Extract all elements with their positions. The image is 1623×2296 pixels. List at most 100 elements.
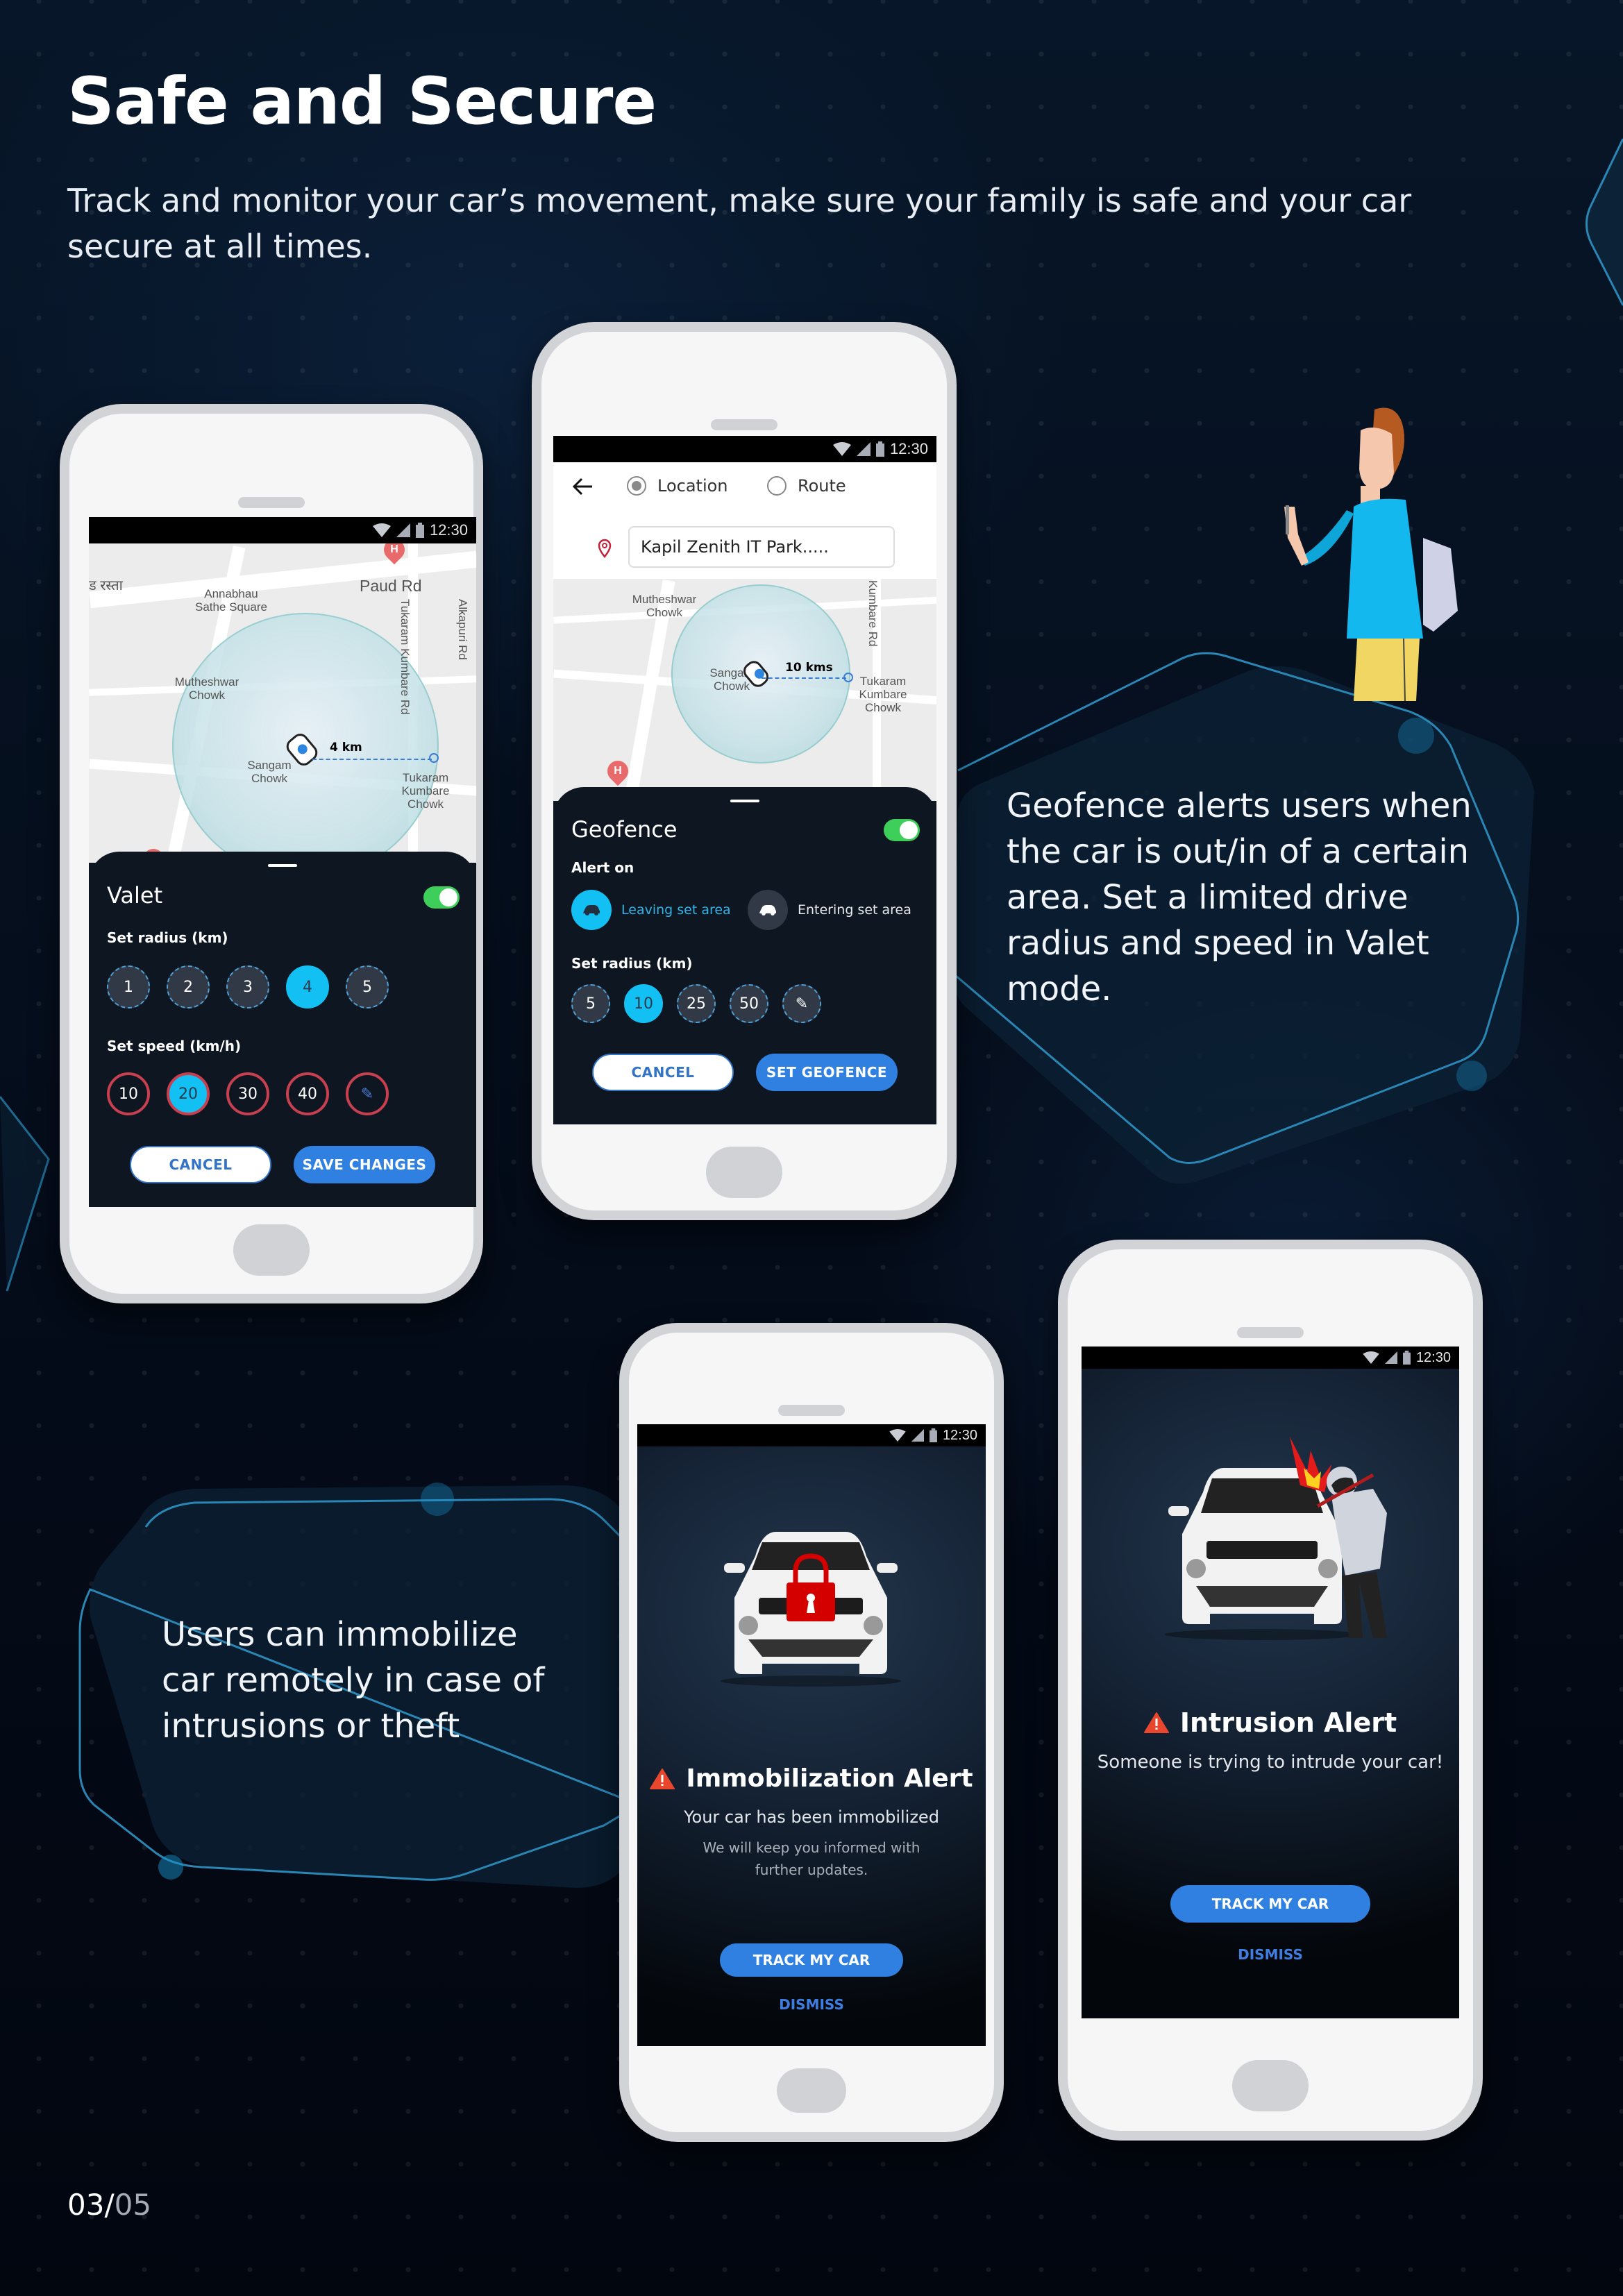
- page-indicator: 03/05: [67, 2188, 151, 2222]
- radius-option[interactable]: 5: [346, 965, 389, 1008]
- home-button[interactable]: [777, 2068, 846, 2113]
- pencil-icon: ✎: [360, 1085, 374, 1103]
- alert-option-label: Entering set area: [798, 902, 911, 918]
- status-bar: 12:30: [1082, 1347, 1459, 1369]
- home-button[interactable]: [1232, 2060, 1309, 2111]
- mode-radio-location[interactable]: Location: [627, 476, 728, 496]
- status-time: 12:30: [889, 440, 928, 457]
- save-changes-button[interactable]: SAVE CHANGES: [294, 1146, 435, 1183]
- battery-icon: [1402, 1351, 1411, 1365]
- signal-icon: [396, 523, 410, 537]
- radius-label: Set radius (km): [107, 929, 228, 946]
- signal-icon: [856, 442, 871, 456]
- person-with-phone-illustration: [1284, 407, 1458, 701]
- alert-option-leaving[interactable]: Leaving set area: [571, 890, 731, 930]
- set-geofence-button[interactable]: SET GEOFENCE: [756, 1054, 898, 1091]
- map-label: Alkapuri Rd: [456, 599, 469, 660]
- battery-icon: [415, 523, 424, 538]
- wifi-icon: [832, 442, 851, 456]
- page-current: 03: [67, 2188, 105, 2222]
- valet-bottom-sheet: Valet Set radius (km) 1 2 3 4 5 Set spee…: [89, 852, 476, 1207]
- dismiss-button[interactable]: DISMISS: [1082, 1946, 1459, 1963]
- battery-icon: [875, 441, 884, 457]
- map-label: Tukaram Kumbare Chowk: [859, 675, 907, 714]
- sheet-drag-handle[interactable]: [730, 800, 759, 802]
- back-arrow-icon[interactable]: [573, 478, 594, 496]
- cancel-button[interactable]: CANCEL: [592, 1054, 734, 1091]
- speed-options: 10 20 30 40 ✎: [107, 1072, 389, 1115]
- immobilization-screen: 12:30 Immobilization Alert Your car has …: [637, 1424, 986, 2046]
- immobilize-caption: Users can immobilize car remotely in cas…: [162, 1615, 545, 1746]
- alert-option-entering[interactable]: Entering set area: [748, 890, 911, 930]
- map-label: Sangam Chowk: [247, 759, 292, 785]
- radius-edge-marker: [843, 673, 853, 682]
- sheet-drag-handle[interactable]: [268, 864, 297, 867]
- home-button[interactable]: [233, 1224, 310, 1276]
- track-my-car-button[interactable]: TRACK MY CAR: [720, 1943, 903, 1977]
- geofence-bottom-sheet: Geofence Alert on Leaving set area Enter…: [553, 787, 936, 1124]
- status-bar: 12:30: [553, 436, 936, 462]
- status-bar: 12:30: [89, 517, 476, 543]
- hospital-pin-icon: H: [603, 756, 633, 786]
- warning-icon: [1143, 1712, 1169, 1733]
- map-label: ड रस्ता: [89, 578, 123, 593]
- radio-checked: [627, 476, 646, 496]
- radius-option-selected[interactable]: 10: [624, 984, 663, 1023]
- geofence-top-bar: Location Route Kapil Zenith IT Park.....: [553, 462, 936, 579]
- radius-options: 5 10 25 50 ✎: [571, 984, 821, 1023]
- radius-option-selected[interactable]: 4: [286, 965, 329, 1008]
- map-label: Mutheshwar Chowk: [632, 593, 697, 619]
- valet-map[interactable]: ड रस्ता Annabhau Sathe Square Paud Rd Tu…: [89, 543, 476, 863]
- intrusion-screen: 12:30 Intrusion Alert Someone is trying …: [1082, 1347, 1459, 2018]
- speed-option-selected[interactable]: 20: [167, 1072, 210, 1115]
- home-button[interactable]: [706, 1147, 782, 1198]
- geofence-caption: Geofence alerts users when the car is ou…: [1007, 786, 1472, 1008]
- geofence-map[interactable]: Mutheshwar Chowk Sangam Chowk Kumbare Rd…: [553, 579, 936, 801]
- immobilization-detail: We will keep you informed with further u…: [703, 1839, 920, 1878]
- phone-speaker: [1237, 1327, 1304, 1338]
- custom-radius-button[interactable]: ✎: [782, 984, 821, 1023]
- page-separator: /: [104, 2188, 115, 2222]
- radio-label: Route: [798, 476, 846, 496]
- decor-blob-edge-right: [1586, 138, 1623, 306]
- speed-option[interactable]: 10: [107, 1072, 150, 1115]
- status-bar: 12:30: [637, 1424, 986, 1446]
- pencil-icon: ✎: [795, 995, 809, 1013]
- map-label: Annabhau Sathe Square: [195, 587, 267, 614]
- radius-option[interactable]: 5: [571, 984, 610, 1023]
- phone-speaker: [778, 1405, 845, 1416]
- page-subtitle: Track and monitor your car’s movement, m…: [67, 182, 1412, 265]
- phone-intrusion: 12:30 Intrusion Alert Someone is trying …: [1058, 1240, 1483, 2141]
- radius-option[interactable]: 1: [107, 965, 150, 1008]
- mode-radio-route[interactable]: Route: [767, 476, 846, 496]
- valet-toggle[interactable]: [423, 886, 460, 909]
- radius-distance-label: 4 km: [330, 741, 362, 754]
- immobilization-message: Your car has been immobilized: [684, 1807, 939, 1827]
- speed-option[interactable]: 40: [286, 1072, 329, 1115]
- custom-speed-button[interactable]: ✎: [346, 1072, 389, 1115]
- track-my-car-button[interactable]: TRACK MY CAR: [1170, 1885, 1370, 1923]
- wifi-icon: [372, 523, 391, 537]
- radius-distance-line: [762, 677, 846, 679]
- speed-label: Set speed (km/h): [107, 1038, 242, 1054]
- alert-on-label: Alert on: [571, 859, 634, 876]
- intrusion-alert-title: Intrusion Alert: [1082, 1707, 1459, 1738]
- radius-option[interactable]: 25: [677, 984, 716, 1023]
- geofence-toggle[interactable]: [884, 819, 920, 841]
- speed-option[interactable]: 30: [226, 1072, 269, 1115]
- map-label: Tukaram Kumbare Chowk: [401, 771, 450, 811]
- location-input[interactable]: Kapil Zenith IT Park.....: [628, 526, 895, 568]
- dismiss-button[interactable]: DISMISS: [637, 1996, 986, 2013]
- intrusion-message: Someone is trying to intrude your car!: [1097, 1752, 1444, 1773]
- radius-option[interactable]: 2: [167, 965, 210, 1008]
- car-icon: [571, 890, 612, 930]
- warning-icon: [650, 1768, 675, 1789]
- phone-geofence: 12:30 Location Route Kapil Zenith IT Par…: [532, 322, 957, 1220]
- status-time: 12:30: [429, 521, 468, 539]
- valet-screen: 12:30 ड रस्ता Annabhau Sathe Square Paud…: [89, 517, 476, 1207]
- radius-distance-label: 10 kms: [785, 661, 833, 675]
- car-icon: [748, 890, 788, 930]
- cancel-button[interactable]: CANCEL: [130, 1146, 271, 1183]
- radius-option[interactable]: 3: [226, 965, 269, 1008]
- radius-option[interactable]: 50: [730, 984, 768, 1023]
